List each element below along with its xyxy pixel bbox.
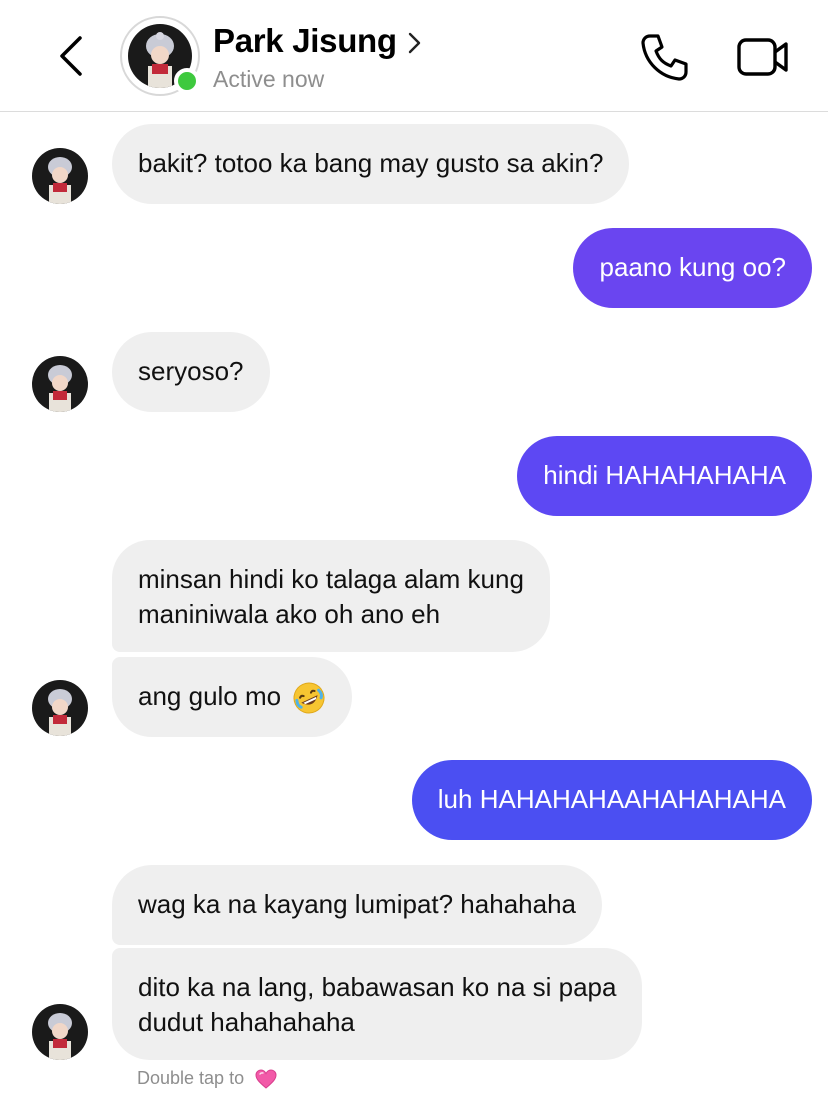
double-tap-hint[interactable]: Double tap to [137, 1068, 277, 1089]
outgoing-message[interactable]: paano kung oo? [573, 228, 812, 308]
audio-call-button[interactable] [638, 30, 692, 84]
message-line: dudut hahahahaha [138, 1007, 355, 1037]
message-line: dito ka na lang, babawasan ko na si papa [138, 972, 617, 1002]
incoming-message[interactable]: dito ka na lang, babawasan ko na si papa… [112, 948, 643, 1060]
back-button[interactable] [50, 30, 94, 82]
sender-avatar[interactable] [32, 148, 88, 204]
incoming-message[interactable]: bakit? totoo ka bang may gusto sa akin? [112, 124, 630, 204]
incoming-message[interactable]: seryoso? [112, 332, 270, 412]
sender-avatar[interactable] [32, 1004, 88, 1060]
online-status-dot [174, 68, 200, 94]
chevron-left-icon [60, 36, 82, 76]
video-camera-icon [737, 38, 788, 76]
incoming-message[interactable]: minsan hindi ko talaga alam kung maniniw… [112, 540, 550, 652]
outgoing-message[interactable]: luh HAHAHAHAAHAHAHAHA [411, 760, 812, 840]
chat-header: Park Jisung Active now [0, 0, 828, 112]
chat-screen: Park Jisung Active now bakit? totoo ka b… [0, 0, 828, 1103]
phone-icon [641, 34, 688, 81]
contact-name[interactable]: Park Jisung [213, 22, 397, 60]
contact-avatar[interactable] [120, 16, 200, 96]
pink-heart-emoji [255, 1069, 277, 1089]
double-tap-text: Double tap to [137, 1068, 245, 1088]
active-status: Active now [213, 66, 325, 92]
video-call-button[interactable] [736, 34, 790, 80]
chevron-right-icon[interactable] [404, 28, 424, 58]
sender-avatar[interactable] [32, 356, 88, 412]
rolling-on-floor-laughing-emoji [292, 681, 326, 715]
outgoing-message[interactable]: hindi HAHAHAHAHA [517, 436, 812, 516]
incoming-message[interactable]: wag ka na kayang lumipat? hahahaha [112, 865, 602, 945]
message-text: ang gulo mo [138, 681, 282, 711]
message-line: maniniwala ako oh ano eh [138, 599, 441, 629]
message-line: minsan hindi ko talaga alam kung [138, 564, 524, 594]
incoming-message[interactable]: ang gulo mo [112, 657, 353, 737]
sender-avatar[interactable] [32, 680, 88, 736]
